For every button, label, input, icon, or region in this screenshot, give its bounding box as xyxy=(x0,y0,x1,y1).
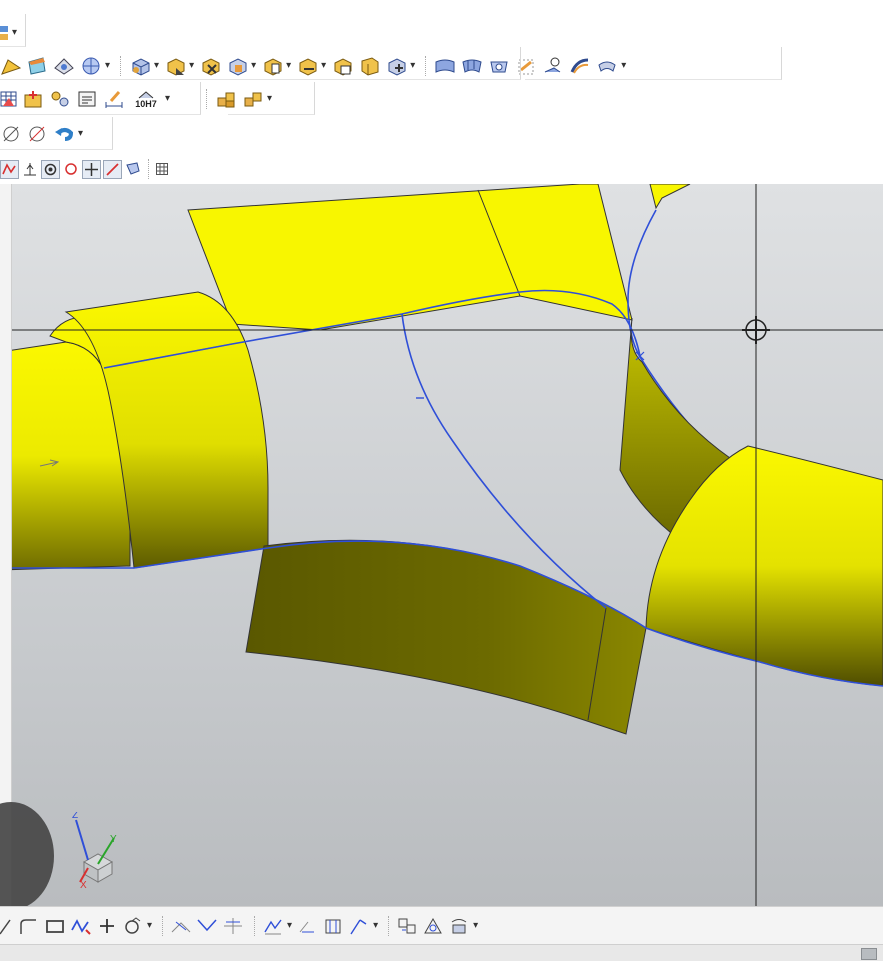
shape-icon[interactable] xyxy=(122,915,144,937)
offset-dropdown-arrow[interactable]: ▾ xyxy=(287,921,292,931)
top-right-surface[interactable] xyxy=(649,184,691,210)
3d-viewport[interactable] xyxy=(0,184,883,906)
status-indicator-icon xyxy=(861,948,877,960)
axis-z-label: Z xyxy=(72,812,78,821)
left-panel-strip[interactable] xyxy=(0,184,12,906)
cursor-target-icon xyxy=(742,316,770,344)
offset-icon[interactable] xyxy=(262,915,284,937)
bottom-toolbar: ▾ ▾ ▾ ▾ xyxy=(0,906,883,945)
toolbar-panel-edge-6 xyxy=(0,117,113,150)
snap-perpendicular-icon[interactable] xyxy=(21,158,39,180)
point-icon[interactable] xyxy=(96,915,118,937)
toolbar-separator xyxy=(388,916,390,936)
line-icon[interactable] xyxy=(0,915,14,937)
toolbar-panel-edge-4 xyxy=(0,82,201,115)
toolbar-separator xyxy=(206,89,208,109)
toolbar-panel-edge-5 xyxy=(228,82,315,115)
trim-icon[interactable] xyxy=(170,915,192,937)
top-surface[interactable] xyxy=(187,184,633,331)
analyze-dropdown-arrow[interactable]: ▾ xyxy=(473,921,478,931)
snap-tangent-icon[interactable] xyxy=(103,159,122,179)
model-canvas[interactable] xyxy=(0,184,883,906)
grid-icon[interactable] xyxy=(154,158,170,180)
axis-x-label: X xyxy=(80,880,87,891)
toolbar-panel-edge-3 xyxy=(525,47,782,80)
snap-circle-icon[interactable] xyxy=(62,158,80,180)
toolbar-row-5 xyxy=(0,156,173,182)
project-icon[interactable] xyxy=(348,915,370,937)
snap-cross-icon[interactable] xyxy=(82,159,101,179)
toolbar-separator xyxy=(254,916,256,936)
rectangle-icon[interactable] xyxy=(44,915,66,937)
spline-icon[interactable] xyxy=(70,915,92,937)
extend-icon[interactable] xyxy=(196,915,218,937)
toolbar-panel-edge-2 xyxy=(0,47,521,80)
snap-center-icon[interactable] xyxy=(41,159,60,179)
snap-filter-icon[interactable] xyxy=(124,158,142,180)
axis-triad: Z Y X xyxy=(58,810,128,897)
mirror-icon[interactable] xyxy=(296,915,318,937)
snap-curve-icon[interactable] xyxy=(0,159,19,179)
polyline-icon[interactable] xyxy=(18,915,40,937)
analyze-icon[interactable] xyxy=(448,915,470,937)
project-dropdown-arrow[interactable]: ▾ xyxy=(373,921,378,931)
shape-dropdown-arrow[interactable]: ▾ xyxy=(147,921,152,931)
split-icon[interactable] xyxy=(222,915,244,937)
pattern-icon[interactable] xyxy=(322,915,344,937)
axis-y-label: Y xyxy=(110,834,117,845)
convert-icon[interactable] xyxy=(422,915,444,937)
intersect-icon[interactable] xyxy=(396,915,418,937)
toolbar-separator xyxy=(148,159,150,179)
status-bar xyxy=(0,944,883,961)
toolbar-panel-edge-1 xyxy=(0,14,26,47)
toolbar-separator xyxy=(162,916,164,936)
lower-surface[interactable] xyxy=(245,539,647,735)
